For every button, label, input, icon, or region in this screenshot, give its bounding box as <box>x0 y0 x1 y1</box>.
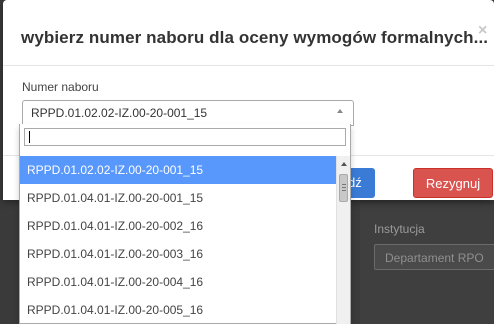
option-item[interactable]: RPPD.01.02.02-IZ.00-20-001_15 <box>20 156 336 184</box>
text-caret <box>29 131 30 143</box>
institution-label: Instytucja <box>374 222 425 236</box>
call-number-dropdown: RPPD.01.02.02-IZ.00-20-001_15 RPPD.01.04… <box>19 124 351 324</box>
chevron-up-icon <box>337 109 343 113</box>
call-number-label: Numer naboru <box>22 80 99 94</box>
close-icon[interactable]: × <box>478 22 487 40</box>
option-item[interactable]: RPPD.01.04.01-IZ.00-20-005_16 <box>20 296 336 324</box>
call-number-select[interactable]: RPPD.01.02.02-IZ.00-20-001_15 <box>22 100 354 126</box>
thumb-grip-line <box>342 184 346 185</box>
select-current-value: RPPD.01.02.02-IZ.00-20-001_15 <box>31 106 208 120</box>
options-scrollbar[interactable] <box>336 156 350 324</box>
option-item[interactable]: RPPD.01.04.01-IZ.00-20-003_16 <box>20 240 336 268</box>
thumb-grip-line <box>342 187 346 188</box>
scroll-up-arrow-icon[interactable] <box>341 162 347 166</box>
modal-title: wybierz numer naboru dla oceny wymogów f… <box>21 28 489 47</box>
thumb-grip-line <box>342 190 346 191</box>
option-item[interactable]: RPPD.01.04.01-IZ.00-20-001_15 <box>20 184 336 212</box>
option-item[interactable]: RPPD.01.04.01-IZ.00-20-002_16 <box>20 212 336 240</box>
modal-header: wybierz numer naboru dla oceny wymogów f… <box>3 0 494 66</box>
institution-field: Departament RPO <box>374 244 494 270</box>
dropdown-search-input[interactable] <box>25 129 345 145</box>
options-list: RPPD.01.02.02-IZ.00-20-001_15 RPPD.01.04… <box>20 156 336 324</box>
option-item[interactable]: RPPD.01.04.01-IZ.00-20-004_16 <box>20 268 336 296</box>
cancel-button[interactable]: Rezygnuj <box>413 168 493 198</box>
scrollbar-thumb[interactable] <box>339 174 348 202</box>
dropdown-search <box>24 128 346 146</box>
